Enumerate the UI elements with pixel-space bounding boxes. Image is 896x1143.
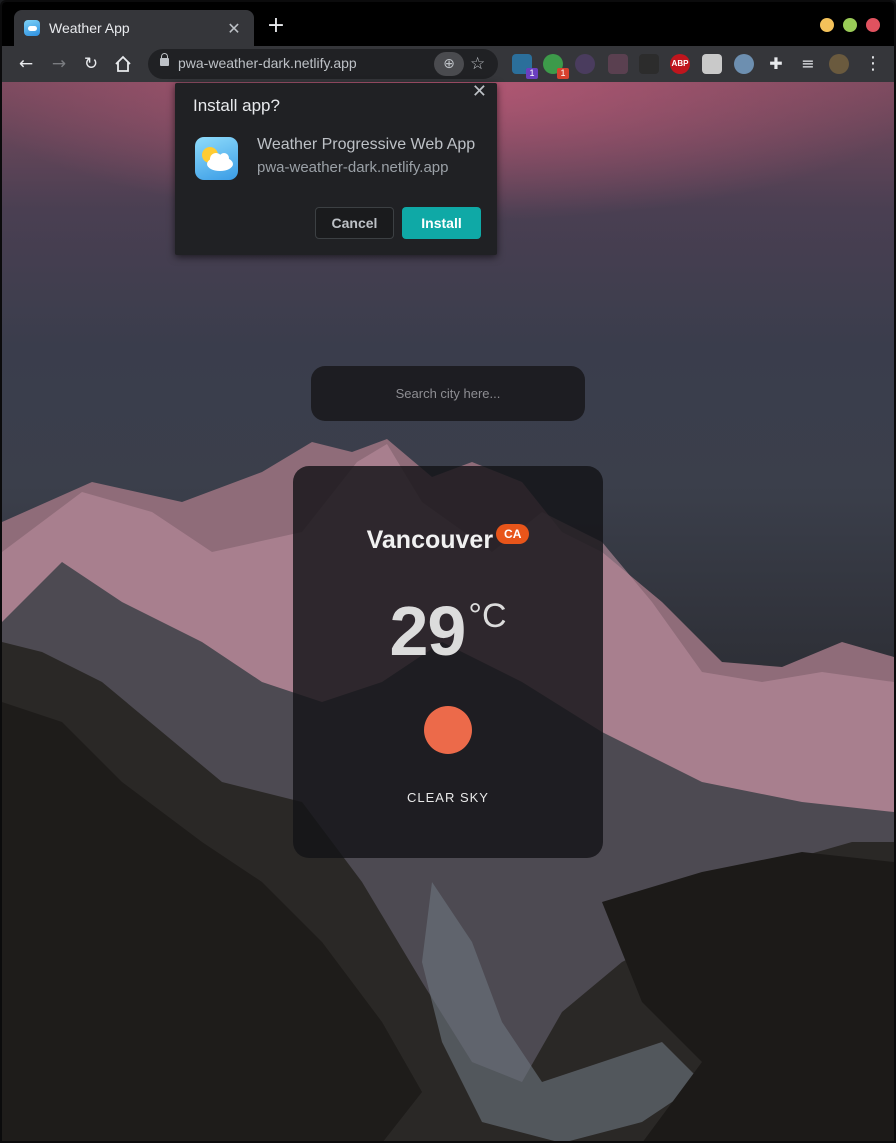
temperature: 29°C	[293, 591, 603, 671]
extensions-puzzle-icon[interactable]: ✚	[764, 52, 788, 76]
tab-close-icon[interactable]: ✕	[224, 19, 244, 38]
address-bar[interactable]: pwa-weather-dark.netlify.app ⊕ ☆	[148, 49, 498, 79]
browser-toolbar: ← → ↻ pwa-weather-dark.netlify.app ⊕ ☆ 1…	[2, 46, 894, 82]
maximize-button[interactable]	[843, 18, 857, 32]
weather-description: CLEAR SKY	[407, 790, 489, 805]
app-origin: pwa-weather-dark.netlify.app	[257, 159, 449, 176]
browser-menu-icon[interactable]: ⋮	[861, 52, 885, 76]
home-icon[interactable]	[111, 52, 135, 76]
extension-5-icon[interactable]	[639, 54, 659, 74]
install-app-icon[interactable]: ⊕	[434, 52, 464, 76]
minimize-button[interactable]	[820, 18, 834, 32]
adblock-plus-icon[interactable]: ABP	[670, 54, 690, 74]
profile-avatar[interactable]	[829, 54, 849, 74]
weather-app-icon	[195, 137, 238, 180]
browser-window: Weather App ✕ + ← → ↻ pwa-weather-dark.n…	[0, 0, 896, 1143]
lock-icon[interactable]	[160, 53, 169, 66]
cancel-button[interactable]: Cancel	[315, 207, 394, 239]
temperature-value: 29	[389, 592, 466, 670]
bookmark-star-icon[interactable]: ☆	[470, 52, 485, 76]
city-heading: Vancouver CA	[293, 524, 603, 555]
weather-card: Vancouver CA 29°C CLEAR SKY	[293, 466, 603, 858]
tab-title: Weather App	[49, 20, 130, 36]
install-app-dialog: Install app? ✕ Weather Progressive Web A…	[175, 83, 497, 255]
temperature-unit: °C	[468, 597, 507, 635]
reload-icon[interactable]: ↻	[79, 52, 103, 76]
media-controls-icon[interactable]: ≡	[796, 52, 820, 76]
app-name: Weather Progressive Web App	[257, 136, 476, 153]
city-name: Vancouver	[366, 526, 494, 554]
weather-favicon-icon	[24, 20, 40, 36]
forward-icon[interactable]: →	[47, 52, 71, 76]
extension-1-icon[interactable]: 1	[512, 54, 538, 79]
tab-strip: Weather App ✕ +	[2, 2, 894, 46]
new-tab-button[interactable]: +	[264, 14, 288, 38]
search-input[interactable]	[311, 366, 585, 421]
extension-4-icon[interactable]	[608, 54, 628, 74]
install-button[interactable]: Install	[402, 207, 481, 239]
clear-sky-sun-icon	[424, 706, 472, 754]
extension-7-icon[interactable]	[702, 54, 722, 74]
extension-1-badge: 1	[526, 68, 538, 79]
tab-weather-app[interactable]: Weather App ✕	[14, 10, 254, 46]
extension-3-icon[interactable]	[575, 54, 595, 74]
url-text: pwa-weather-dark.netlify.app	[178, 55, 357, 71]
dialog-close-icon[interactable]: ✕	[472, 83, 487, 101]
dialog-title: Install app?	[193, 96, 280, 115]
extension-2-badge: 1	[557, 68, 569, 79]
close-window-button[interactable]	[866, 18, 880, 32]
extension-8-icon[interactable]	[734, 54, 754, 74]
country-badge: CA	[496, 524, 530, 544]
extension-2-icon[interactable]: 1	[543, 54, 569, 79]
back-icon[interactable]: ←	[14, 52, 38, 76]
